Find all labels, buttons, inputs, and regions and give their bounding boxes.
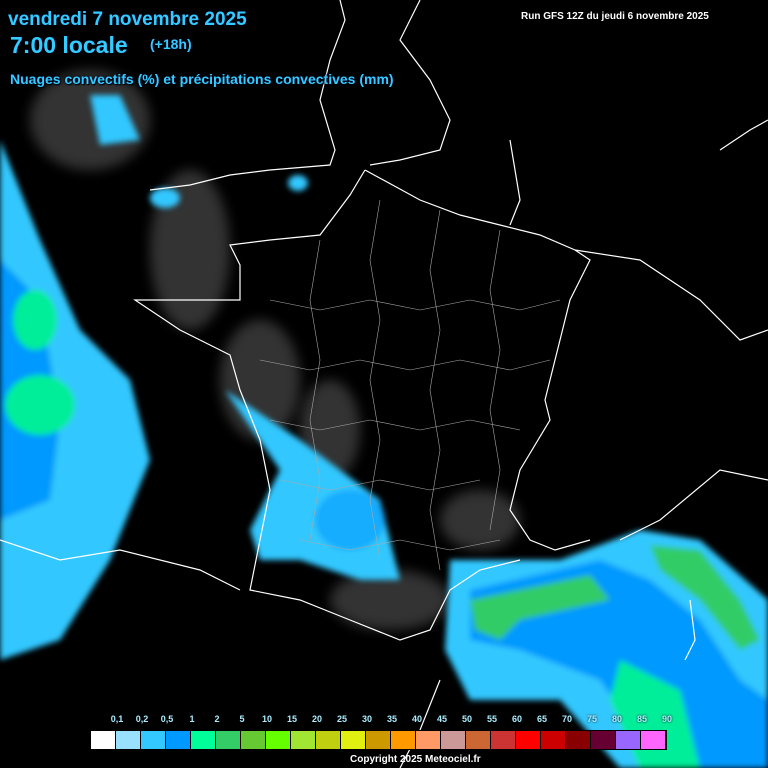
legend-swatch: [591, 731, 616, 749]
legend-swatch: [466, 731, 491, 749]
legend-label: 40: [411, 714, 423, 724]
forecast-date: vendredi 7 novembre 2025: [8, 9, 247, 30]
legend-label: 35: [386, 714, 398, 724]
legend-label: 0,5: [160, 714, 174, 724]
legend-swatch: [541, 731, 566, 749]
legend-label: 65: [536, 714, 548, 724]
legend-label: 50: [461, 714, 473, 724]
legend-swatch: [91, 731, 116, 749]
legend-label: 85: [636, 714, 648, 724]
legend-swatch: [166, 731, 191, 749]
legend-label: 55: [486, 714, 498, 724]
legend-label: 30: [361, 714, 373, 724]
legend-swatch: [316, 731, 341, 749]
legend-label: 20: [311, 714, 323, 724]
color-legend: [90, 730, 667, 750]
legend-swatch: [366, 731, 391, 749]
legend-swatch: [116, 731, 141, 749]
legend-label: 5: [239, 714, 245, 724]
legend-label: 0,1: [110, 714, 124, 724]
legend-label: 60: [511, 714, 523, 724]
legend-label: 45: [436, 714, 448, 724]
legend-swatch: [216, 731, 241, 749]
legend-swatch: [616, 731, 641, 749]
legend-swatch: [141, 731, 166, 749]
legend-label: 25: [336, 714, 348, 724]
legend-label: 15: [286, 714, 298, 724]
legend-swatch: [641, 731, 666, 749]
legend-label: 2: [214, 714, 220, 724]
precipitation-layer: [0, 95, 768, 768]
legend-label: 70: [561, 714, 573, 724]
legend-label: 10: [261, 714, 273, 724]
legend-swatch: [516, 731, 541, 749]
legend-swatch: [566, 731, 591, 749]
legend-label: 90: [661, 714, 673, 724]
map-subtitle: Nuages convectifs (%) et précipitations …: [10, 71, 394, 87]
legend-swatch: [441, 731, 466, 749]
legend-swatch: [266, 731, 291, 749]
legend-label: 0,2: [135, 714, 149, 724]
lead-time: (+18h): [150, 36, 192, 52]
model-run-info: Run GFS 12Z du jeudi 6 novembre 2025: [521, 11, 709, 22]
legend-swatch: [391, 731, 416, 749]
copyright: Copyright 2025 Meteociel.fr: [350, 754, 481, 765]
legend-swatch: [291, 731, 316, 749]
legend-swatch: [241, 731, 266, 749]
legend-labels: 0,1 0,2 0,5 1 2 5 10 15 20 25 30 35 40 45 50 55 60 65 70 75…: [90, 714, 690, 728]
legend-swatch: [191, 731, 216, 749]
legend-swatch: [341, 731, 366, 749]
legend-swatch: [416, 731, 441, 749]
forecast-time: 7:00 locale: [10, 32, 128, 58]
legend-label: 1: [189, 714, 195, 724]
legend-label: 80: [611, 714, 623, 724]
convective-map: [0, 0, 768, 768]
legend-label: 75: [586, 714, 598, 724]
legend-swatch: [491, 731, 516, 749]
weather-map-view: vendredi 7 novembre 2025 7:00 locale (+1…: [0, 0, 768, 768]
